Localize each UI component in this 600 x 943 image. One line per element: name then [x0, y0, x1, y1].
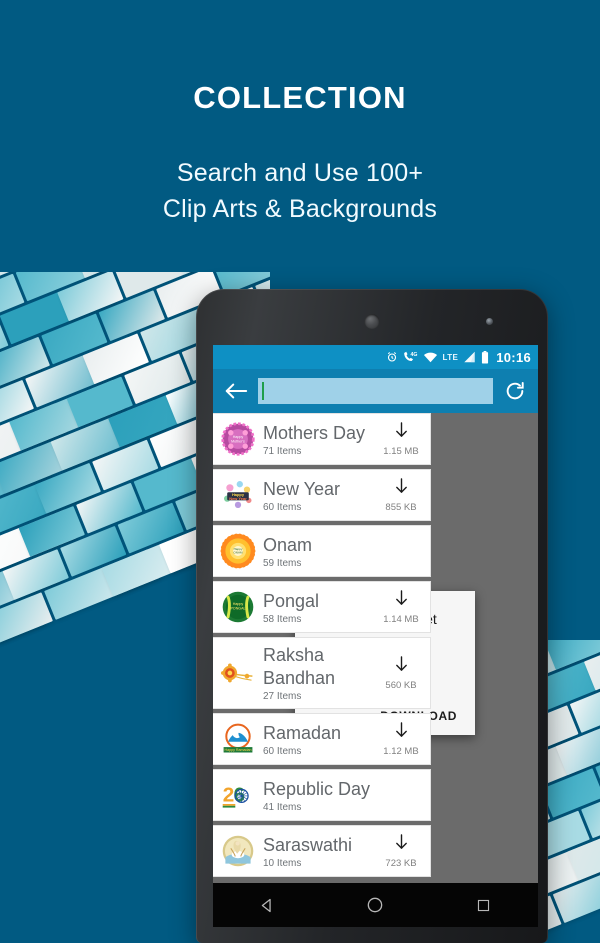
download-size-label: 1.15 MB — [383, 445, 419, 457]
list-item[interactable]: Happy Mother's Mothers Day 71 Items 1.15 MB — [213, 413, 431, 465]
signal-icon — [463, 351, 476, 363]
svg-text:Happy: Happy — [233, 435, 244, 439]
list-item-text: Mothers Day 71 Items — [263, 422, 376, 457]
download-size-label: 1.14 MB — [383, 613, 419, 625]
list-item-text: Republic Day 41 Items — [263, 778, 376, 813]
page-title: COLLECTION — [193, 80, 407, 115]
svg-text:4G: 4G — [410, 352, 417, 358]
download-control[interactable]: 1.14 MB — [376, 589, 426, 625]
list-item-text: Onam 59 Items — [263, 534, 376, 569]
svg-text:ONAM: ONAM — [233, 551, 243, 555]
nav-back-icon[interactable] — [247, 890, 287, 920]
list-item-count: 10 Items — [263, 857, 302, 869]
svg-text:Happy: Happy — [233, 602, 244, 606]
download-arrow-icon[interactable] — [394, 421, 409, 443]
download-control[interactable]: 560 KB — [376, 655, 426, 691]
pongal-thumb: Happy PONGAL — [219, 588, 257, 626]
list-item-title: Republic Day — [263, 778, 371, 799]
svg-text:Mother's: Mother's — [231, 440, 245, 444]
list-item-count: 59 Items — [263, 557, 302, 569]
ramadan-thumb: Happy Ramadan — [219, 720, 257, 758]
download-arrow-icon[interactable] — [394, 589, 409, 611]
new-year-thumb: Happy New Year — [219, 476, 257, 514]
list-item-title: Mothers Day — [263, 422, 366, 443]
list-item-count: 41 Items — [263, 801, 302, 813]
alarm-icon — [386, 351, 398, 363]
battery-icon — [481, 350, 489, 364]
list-item-title: Raksha Bandhan — [263, 645, 336, 688]
phone-screen: 4G LTE 10:16 Happy Mother's Mothers Day … — [213, 345, 538, 883]
download-control[interactable]: 1.12 MB — [376, 721, 426, 757]
list-item[interactable]: 2 6 Republic Day 41 Items — [213, 769, 431, 821]
app-toolbar — [213, 369, 538, 413]
download-arrow-icon[interactable] — [394, 477, 409, 499]
download-control[interactable]: 723 KB — [376, 833, 426, 869]
search-input[interactable] — [258, 378, 493, 404]
status-bar: 4G LTE 10:16 — [213, 345, 538, 369]
list-item-title: Ramadan — [263, 722, 342, 743]
list-item-title: Onam — [263, 534, 313, 555]
list-item-count: 71 Items — [263, 445, 302, 457]
list-item[interactable]: Saraswathi 10 Items 723 KB — [213, 825, 431, 877]
call-4g-icon: 4G — [403, 351, 418, 363]
list-item[interactable]: Happy PONGAL Pongal 58 Items 1.14 MB — [213, 581, 431, 633]
list-item-count: 27 Items — [263, 691, 302, 702]
earpiece-speaker — [364, 314, 380, 329]
svg-text:Happy Ramadan: Happy Ramadan — [225, 748, 252, 752]
list-item-text: Pongal 58 Items — [263, 590, 376, 625]
svg-text:New Year: New Year — [229, 496, 247, 501]
download-size-label: 560 KB — [385, 679, 417, 691]
page-subtitle: Search and Use 100+ Clip Arts & Backgrou… — [0, 155, 600, 227]
download-arrow-icon[interactable] — [394, 721, 409, 743]
list-item-text: Ramadan 60 Items — [263, 722, 376, 757]
list-item-count: 58 Items — [263, 613, 302, 625]
subtitle-line-2: Clip Arts & Backgrounds — [162, 195, 438, 223]
promo-screenshot: COLLECTION Search and Use 100+ Clip Arts… — [0, 0, 600, 943]
svg-text:PONGAL: PONGAL — [231, 607, 246, 611]
refresh-icon[interactable] — [502, 378, 528, 404]
list-item[interactable]: Happy Ramadan Ramadan 60 Items 1.12 MB — [213, 713, 431, 765]
back-arrow-icon[interactable] — [223, 378, 249, 404]
raksha-bandhan-thumb — [219, 654, 257, 692]
text-caret — [262, 382, 264, 400]
list-item-count: 60 Items — [263, 501, 302, 513]
wifi-icon — [423, 352, 438, 363]
svg-text:2: 2 — [223, 783, 235, 806]
list-item-title: Saraswathi — [263, 834, 353, 855]
nav-recents-icon[interactable] — [464, 890, 504, 920]
download-arrow-icon[interactable] — [394, 833, 409, 855]
list-item[interactable]: Raksha Bandhan 27 Items 560 KB — [213, 637, 431, 709]
list-item-title: New Year — [263, 478, 341, 499]
download-control[interactable]: 855 KB — [376, 477, 426, 513]
subtitle-line-1: Search and Use 100+ — [176, 159, 424, 187]
download-arrow-icon[interactable] — [394, 655, 409, 677]
list-item-text: Saraswathi 10 Items — [263, 834, 376, 869]
republic-day-thumb: 26 — [219, 776, 257, 814]
list-item-count: 60 Items — [263, 745, 302, 757]
phone-mockup: 4G LTE 10:16 Happy Mother's Mothers Day … — [196, 289, 548, 943]
download-size-label: 855 KB — [385, 501, 417, 513]
download-size-label: 1.12 MB — [383, 745, 419, 757]
mothers-day-thumb: Happy Mother's — [219, 420, 257, 458]
download-control[interactable]: 1.15 MB — [376, 421, 426, 457]
saraswathi-thumb — [219, 832, 257, 870]
android-nav-bar — [213, 883, 538, 927]
collection-list[interactable]: Happy Mother's Mothers Day 71 Items 1.15 MB H… — [213, 413, 431, 883]
front-camera — [486, 318, 493, 325]
lte-label: LTE — [442, 352, 459, 362]
download-size-label: 723 KB — [385, 857, 417, 869]
list-item-text: New Year 60 Items — [263, 478, 376, 513]
list-item[interactable]: Happy New Year New Year 60 Items 855 KB — [213, 469, 431, 521]
status-clock: 10:16 — [496, 349, 531, 365]
nav-home-icon[interactable] — [355, 890, 395, 920]
list-item-text: Raksha Bandhan 27 Items — [263, 644, 376, 702]
onam-thumb: Happy ONAM — [219, 532, 257, 570]
list-item[interactable]: Happy ONAM Onam 59 Items — [213, 525, 431, 577]
list-item-title: Pongal — [263, 590, 320, 611]
